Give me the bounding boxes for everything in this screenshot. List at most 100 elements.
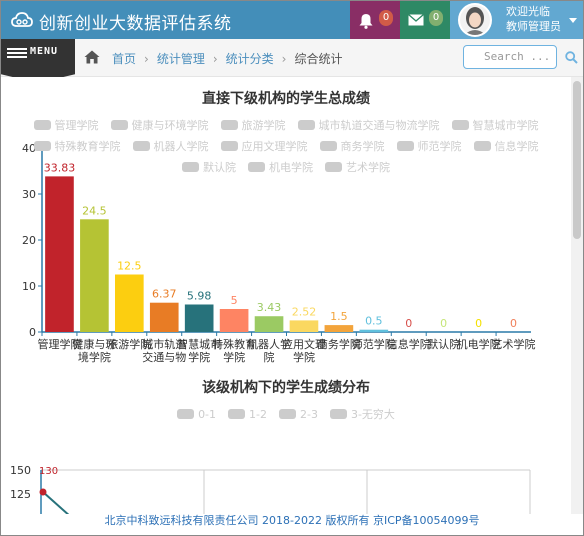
chart1-data-label: 5 xyxy=(231,294,238,307)
legend-label: 信息学院 xyxy=(494,140,539,153)
chart1-bar xyxy=(80,219,109,332)
chart1-title: 直接下级机构的学生总成绩 xyxy=(202,91,370,107)
chart1-bar xyxy=(45,176,74,332)
chart1-data-label: 3.43 xyxy=(257,301,282,314)
chart1-legend-item[interactable]: 旅游学院 xyxy=(220,117,286,133)
chart1-bar xyxy=(289,320,319,332)
chart1-x-tick-label: 默认院 xyxy=(427,337,460,351)
legend-label: 默认院 xyxy=(203,161,236,174)
notifications-button[interactable]: 0 xyxy=(350,1,400,39)
chart1-legend-item[interactable]: 特殊教育学院 xyxy=(33,138,121,154)
chart1-bar xyxy=(359,329,389,332)
messages-badge: 0 xyxy=(429,10,443,26)
chart2-series-line xyxy=(42,491,70,514)
main-content: 直接下级机构的学生总成绩 0 10 20 30 40 33.83 管理学院 24.5 健康与环境… xyxy=(1,77,571,514)
chart1-y-tick-label: 20 xyxy=(22,234,36,247)
search-input[interactable]: Search ... xyxy=(463,45,557,69)
chart1-legend-item[interactable]: 智慧城市学院 xyxy=(451,117,539,133)
breadcrumb-home[interactable]: 首页 xyxy=(112,52,136,66)
welcome-text: 欢迎光临 教师管理员 xyxy=(506,4,561,34)
legend-swatch xyxy=(182,162,199,172)
top-navbar: 创新创业大数据评估系统 0 0 欢迎光临 教师管理员 xyxy=(1,1,583,39)
chart1-data-label: 1.5 xyxy=(330,310,348,323)
welcome-greeting: 欢迎光临 xyxy=(506,5,550,18)
legend-label: 师范学院 xyxy=(417,140,462,153)
breadcrumb-stats-management[interactable]: 统计管理 xyxy=(157,52,205,66)
legend-label: 0-1 xyxy=(198,407,217,421)
legend-swatch xyxy=(248,162,265,172)
legend-label: 应用文理学院 xyxy=(241,140,308,153)
messages-button[interactable]: 0 xyxy=(400,1,450,39)
chart1-legend-item[interactable]: 信息学院 xyxy=(473,138,539,154)
legend-swatch xyxy=(132,141,150,151)
chart1-legend-item[interactable]: 师范学院 xyxy=(396,138,462,154)
vertical-scrollbar[interactable] xyxy=(571,77,583,514)
chart1-data-label: 0 xyxy=(405,317,412,330)
legend-label: 机器人学院 xyxy=(153,140,209,153)
legend-swatch xyxy=(110,120,128,130)
chart1-x-tick-label: 学院 xyxy=(188,350,210,364)
user-avatar xyxy=(458,3,492,37)
chart1-x-tick-label: 学院 xyxy=(223,350,245,364)
notifications-badge: 0 xyxy=(379,10,393,26)
chart1-y-tick-label: 30 xyxy=(22,188,36,201)
chart1-x-tick-label: 学院 xyxy=(293,350,315,364)
chart1-legend-item[interactable]: 城市轨道交通与物流学院 xyxy=(297,117,440,133)
chart1-y-tick-label: 10 xyxy=(22,280,36,293)
chart2-point xyxy=(39,488,47,496)
chart2-legend-item[interactable]: 2-3 xyxy=(279,406,318,422)
chart1-bar xyxy=(324,325,354,332)
chart1-legend-item[interactable]: 商务学院 xyxy=(319,138,385,154)
menu-toggle-label: MENU xyxy=(30,46,59,57)
chart1-legend-item[interactable]: 默认院 xyxy=(182,159,236,175)
legend-label: 特殊教育学院 xyxy=(54,140,121,153)
legend-label: 机电学院 xyxy=(269,161,313,174)
legend-swatch xyxy=(473,141,491,151)
chart1-legend-item[interactable]: 机器人学院 xyxy=(132,138,209,154)
chart2-legend-item[interactable]: 3-无穷大 xyxy=(329,406,395,422)
breadcrumb: 首页 › 统计管理 › 统计分类 › 综合统计 xyxy=(112,50,343,67)
chart1-legend-item[interactable]: 机电学院 xyxy=(248,159,313,175)
footer-copyright: 北京中科致远科技有限责任公司 2018-2022 版权所有 京ICP备10054… xyxy=(104,514,480,527)
legend-swatch xyxy=(177,409,195,419)
chevron-right-icon: › xyxy=(212,52,218,66)
legend-swatch xyxy=(451,120,469,130)
legend-swatch xyxy=(325,162,342,172)
search-icon[interactable] xyxy=(565,51,578,64)
breadcrumb-current: 综合统计 xyxy=(294,52,343,66)
legend-label: 管理学院 xyxy=(54,119,99,132)
chart2-y-tick-label: 150 xyxy=(10,464,31,477)
chart1-bar xyxy=(149,302,179,332)
legend-swatch xyxy=(33,120,51,130)
chart1-bar xyxy=(115,274,144,332)
breadcrumb-stats-category[interactable]: 统计分类 xyxy=(226,52,274,66)
chart2-legend-item[interactable]: 0-1 xyxy=(177,406,216,422)
breadcrumb-bar: MENU 首页 › 统计管理 › 统计分类 › 综合统计 Search ... xyxy=(1,39,583,83)
home-icon[interactable] xyxy=(84,50,100,64)
chart1-legend-item[interactable]: 应用文理学院 xyxy=(220,138,308,154)
user-role: 教师管理员 xyxy=(506,20,561,33)
user-menu[interactable]: 欢迎光临 教师管理员 xyxy=(450,1,583,39)
legend-label: 2-3 xyxy=(300,407,318,421)
legend-swatch xyxy=(279,409,296,419)
chart2-y-tick-label: 125 xyxy=(10,488,31,501)
scrollbar-thumb[interactable] xyxy=(573,81,581,239)
legend-swatch xyxy=(297,120,315,130)
envelope-icon xyxy=(408,14,424,26)
chart2-title: 该级机构下的学生成绩分布 xyxy=(202,380,370,396)
chart1-x-tick-label: 艺术学院 xyxy=(492,337,536,351)
legend-swatch xyxy=(228,409,246,419)
chart1-legend-item[interactable]: 健康与环境学院 xyxy=(110,117,209,133)
chart1-data-label: 6.37 xyxy=(152,288,177,301)
legend-label: 艺术学院 xyxy=(346,161,390,174)
chart1-legend-item[interactable]: 管理学院 xyxy=(33,117,99,133)
chevron-right-icon: › xyxy=(144,52,149,66)
legend-label: 商务学院 xyxy=(340,140,385,153)
chart1-data-label: 0 xyxy=(510,317,517,330)
chart2-legend-item[interactable]: 1-2 xyxy=(228,406,267,422)
chart1-legend-row: 默认院 机电学院 艺术学院 xyxy=(1,159,571,175)
chart1-legend-item[interactable]: 艺术学院 xyxy=(325,159,390,175)
chart2-data-label: 130 xyxy=(39,466,58,477)
chart1-data-label: 12.5 xyxy=(117,260,142,273)
legend-swatch xyxy=(33,141,51,151)
